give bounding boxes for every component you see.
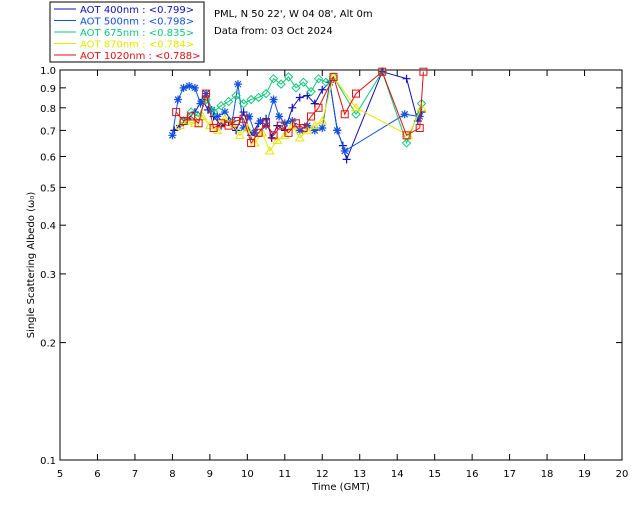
x-tick-label: 14 xyxy=(391,469,404,480)
x-tick-label: 6 xyxy=(94,469,100,480)
plot-series xyxy=(168,66,428,164)
y-axis-label: Single Scattering Albedo (ω₀) xyxy=(26,192,37,339)
data-point xyxy=(333,126,342,135)
x-tick-label: 12 xyxy=(316,469,329,480)
data-point xyxy=(174,95,183,104)
y-tick-label: 0.7 xyxy=(40,126,56,137)
data-point xyxy=(275,112,284,121)
chart-canvas: AOT 400nm : <0.799>AOT 500nm : <0.798>AO… xyxy=(26,1,629,493)
y-tick-label: 0.6 xyxy=(40,153,56,164)
legend-label: AOT 500nm : <0.798> xyxy=(80,17,194,28)
x-tick-label: 18 xyxy=(541,469,554,480)
plot-area xyxy=(59,69,623,461)
data-point xyxy=(168,131,177,140)
data-point xyxy=(233,80,242,89)
legend-label: AOT 870nm : <0.784> xyxy=(80,40,194,51)
data-point xyxy=(269,95,278,104)
series-0 xyxy=(170,67,426,164)
x-tick-label: 11 xyxy=(278,469,291,480)
x-axis-label: Time (GMT) xyxy=(311,482,370,493)
y-tick-label: 1.0 xyxy=(40,66,56,77)
y-tick-label: 0.1 xyxy=(40,456,56,467)
x-tick-label: 10 xyxy=(241,469,254,480)
y-axis: 0.1 0.2 0.3 0.4 0.5 0.6 0.7 0.8 0.9 1.0 xyxy=(40,66,622,467)
x-tick-label: 16 xyxy=(466,469,479,480)
x-tick-label: 15 xyxy=(428,469,441,480)
data-point xyxy=(179,83,188,92)
chart-legend: AOT 400nm : <0.799>AOT 500nm : <0.798>AO… xyxy=(49,1,205,63)
data-point xyxy=(185,81,194,90)
date-subtitle: Data from: 03 Oct 2024 xyxy=(214,26,333,37)
y-tick-label: 0.3 xyxy=(40,270,56,281)
data-point xyxy=(288,103,297,112)
x-tick-label: 9 xyxy=(207,469,213,480)
data-point xyxy=(402,74,411,83)
x-axis: 5 6 7 8 9 10 11 12 13 14 15 16 17 18 19 20 xyxy=(57,70,629,480)
data-point xyxy=(245,112,254,121)
x-tick-label: 7 xyxy=(132,469,138,480)
data-point xyxy=(340,146,349,155)
x-tick-label: 13 xyxy=(353,469,366,480)
data-point xyxy=(190,83,199,92)
data-point xyxy=(400,110,409,119)
data-point xyxy=(342,155,351,164)
legend-label: AOT 400nm : <0.799> xyxy=(80,5,194,16)
y-tick-label: 0.8 xyxy=(40,104,56,115)
x-tick-label: 8 xyxy=(169,469,175,480)
data-point xyxy=(295,93,304,102)
legend-label: AOT 1020nm : <0.788> xyxy=(80,51,200,62)
x-tick-label: 5 xyxy=(57,469,63,480)
data-point xyxy=(213,112,222,121)
x-tick-label: 19 xyxy=(578,469,591,480)
data-point xyxy=(256,117,265,125)
y-tick-label: 0.9 xyxy=(40,84,56,95)
y-tick-label: 0.2 xyxy=(40,339,56,350)
x-tick-label: 17 xyxy=(503,469,516,480)
site-title: PML, N 50 22', W 04 08', Alt 0m xyxy=(214,9,373,20)
y-tick-label: 0.4 xyxy=(40,221,56,232)
x-tick-label: 20 xyxy=(616,469,629,480)
legend-label: AOT 675nm : <0.835> xyxy=(80,28,194,39)
data-point xyxy=(318,124,327,133)
y-tick-label: 0.5 xyxy=(40,183,56,194)
